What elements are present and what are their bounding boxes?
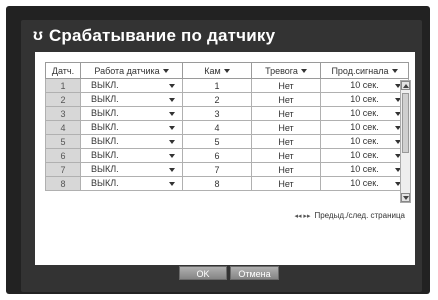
- scrollbar[interactable]: [400, 80, 411, 203]
- duration-dropdown[interactable]: 10 сек.: [320, 106, 409, 121]
- content-panel: Датч. Работа датчика Кам Тревога Прод.си…: [35, 52, 415, 265]
- table-row: 5 ВЫКЛ. 5 Нет 10 сек.: [45, 134, 409, 149]
- dropdown-arrow-icon: [223, 69, 230, 74]
- duration-dropdown[interactable]: 10 сек.: [320, 176, 409, 191]
- table-row: 3 ВЫКЛ. 3 Нет 10 сек.: [45, 106, 409, 121]
- page-navigation[interactable]: ◂◂ ▸▸ Предыд./след. страница: [294, 211, 405, 220]
- dropdown-arrow-icon: [162, 69, 169, 74]
- table-row: 2 ВЫКЛ. 2 Нет 10 сек.: [45, 92, 409, 107]
- sensor-number: 4: [45, 120, 81, 135]
- dropdown-arrow-icon: [169, 182, 175, 186]
- title-row: ʊ Срабатывание по датчику: [33, 24, 275, 48]
- duration-dropdown[interactable]: 10 сек.: [320, 92, 409, 107]
- table-row: 4 ВЫКЛ. 4 Нет 10 сек.: [45, 120, 409, 135]
- header-sensor: Датч.: [45, 62, 81, 79]
- duration-dropdown[interactable]: 10 сек.: [320, 78, 409, 93]
- header-alarm[interactable]: Тревога: [251, 62, 321, 79]
- scroll-thumb[interactable]: [402, 93, 409, 153]
- sensor-number: 7: [45, 162, 81, 177]
- table-row: 1 ВЫКЛ. 1 Нет 10 сек.: [45, 78, 409, 93]
- sensor-number: 2: [45, 92, 81, 107]
- pager-label: Предыд./след. страница: [314, 211, 405, 220]
- table-header: Датч. Работа датчика Кам Тревога Прод.си…: [45, 62, 409, 79]
- scroll-up-button[interactable]: [401, 81, 410, 90]
- dropdown-arrow-icon: [169, 154, 175, 158]
- alarm-cell[interactable]: Нет: [251, 92, 321, 107]
- dropdown-arrow-icon: [300, 69, 307, 74]
- alarm-cell[interactable]: Нет: [251, 134, 321, 149]
- dropdown-arrow-icon: [169, 98, 175, 102]
- sensor-number: 1: [45, 78, 81, 93]
- arrow-down-icon: [403, 196, 409, 200]
- mode-dropdown[interactable]: ВЫКЛ.: [80, 120, 183, 135]
- mode-dropdown[interactable]: ВЫКЛ.: [80, 176, 183, 191]
- sensor-number: 5: [45, 134, 81, 149]
- table-row: 6 ВЫКЛ. 6 Нет 10 сек.: [45, 148, 409, 163]
- dropdown-arrow-icon: [169, 168, 175, 172]
- dropdown-arrow-icon: [169, 140, 175, 144]
- camera-cell[interactable]: 2: [182, 92, 252, 107]
- dropdown-arrow-icon: [391, 69, 398, 74]
- sensor-number: 3: [45, 106, 81, 121]
- alarm-cell[interactable]: Нет: [251, 120, 321, 135]
- duration-dropdown[interactable]: 10 сек.: [320, 134, 409, 149]
- camera-cell[interactable]: 3: [182, 106, 252, 121]
- camera-cell[interactable]: 6: [182, 148, 252, 163]
- duration-dropdown[interactable]: 10 сек.: [320, 148, 409, 163]
- mode-dropdown[interactable]: ВЫКЛ.: [80, 148, 183, 163]
- scroll-down-button[interactable]: [401, 193, 410, 202]
- mode-dropdown[interactable]: ВЫКЛ.: [80, 92, 183, 107]
- camera-cell[interactable]: 7: [182, 162, 252, 177]
- header-duration[interactable]: Прод.сигнала: [320, 62, 409, 79]
- mode-dropdown[interactable]: ВЫКЛ.: [80, 78, 183, 93]
- alarm-cell[interactable]: Нет: [251, 106, 321, 121]
- camera-cell[interactable]: 4: [182, 120, 252, 135]
- alarm-cell[interactable]: Нет: [251, 148, 321, 163]
- alarm-cell[interactable]: Нет: [251, 78, 321, 93]
- mode-dropdown[interactable]: ВЫКЛ.: [80, 106, 183, 121]
- table-row: 8 ВЫКЛ. 8 Нет 10 сек.: [45, 176, 409, 191]
- header-camera[interactable]: Кам: [182, 62, 252, 79]
- header-mode[interactable]: Работа датчика: [80, 62, 183, 79]
- table-row: 7 ВЫКЛ. 7 Нет 10 сек.: [45, 162, 409, 177]
- alarm-cell[interactable]: Нет: [251, 176, 321, 191]
- dropdown-arrow-icon: [169, 126, 175, 130]
- page-title: Срабатывание по датчику: [48, 26, 276, 45]
- sensor-icon: ʊ: [33, 27, 43, 44]
- dropdown-arrow-icon: [169, 84, 175, 88]
- mode-dropdown[interactable]: ВЫКЛ.: [80, 162, 183, 177]
- camera-cell[interactable]: 8: [182, 176, 252, 191]
- arrow-up-icon: [403, 84, 409, 88]
- cancel-button[interactable]: Отмена: [230, 266, 279, 280]
- camera-cell[interactable]: 1: [182, 78, 252, 93]
- alarm-cell[interactable]: Нет: [251, 162, 321, 177]
- duration-dropdown[interactable]: 10 сек.: [320, 120, 409, 135]
- prev-next-icon[interactable]: ◂◂ ▸▸: [294, 212, 310, 220]
- mode-dropdown[interactable]: ВЫКЛ.: [80, 134, 183, 149]
- sensor-table: Датч. Работа датчика Кам Тревога Прод.си…: [45, 62, 409, 191]
- ok-button[interactable]: OK: [179, 266, 227, 280]
- sensor-number: 8: [45, 176, 81, 191]
- camera-cell[interactable]: 5: [182, 134, 252, 149]
- sensor-number: 6: [45, 148, 81, 163]
- duration-dropdown[interactable]: 10 сек.: [320, 162, 409, 177]
- dropdown-arrow-icon: [169, 112, 175, 116]
